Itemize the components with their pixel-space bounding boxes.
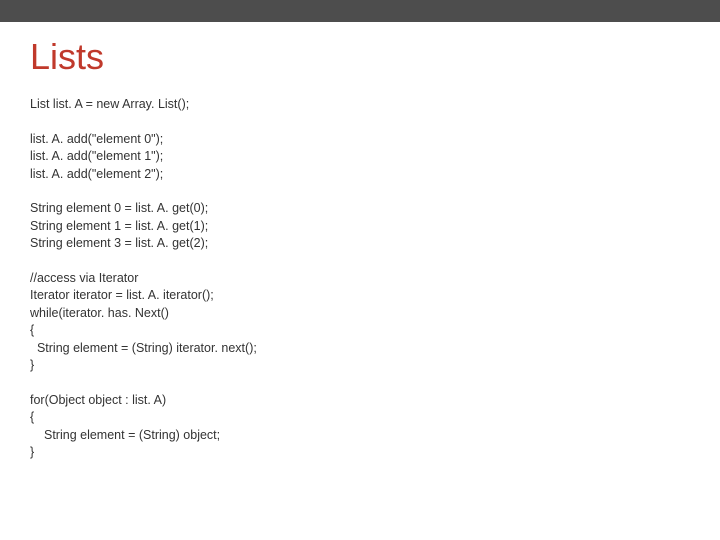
code-line: list. A. add("element 1"); — [30, 148, 690, 166]
top-bar — [0, 0, 720, 22]
blank-line — [30, 253, 690, 270]
code-line: String element = (String) iterator. next… — [30, 340, 690, 358]
code-line: } — [30, 444, 690, 462]
code-line: list. A. add("element 2"); — [30, 166, 690, 184]
code-line: String element 0 = list. A. get(0); — [30, 200, 690, 218]
code-line: for(Object object : list. A) — [30, 392, 690, 410]
slide-content: Lists List list. A = new Array. List(); … — [0, 22, 720, 462]
blank-line — [30, 114, 690, 131]
page-title: Lists — [30, 36, 690, 78]
code-line: { — [30, 322, 690, 340]
code-line: Iterator iterator = list. A. iterator(); — [30, 287, 690, 305]
blank-line — [30, 375, 690, 392]
code-block: List list. A = new Array. List(); list. … — [30, 96, 690, 462]
code-line: String element = (String) object; — [30, 427, 690, 445]
code-line: { — [30, 409, 690, 427]
code-line: String element 1 = list. A. get(1); — [30, 218, 690, 236]
code-line: list. A. add("element 0"); — [30, 131, 690, 149]
code-line: List list. A = new Array. List(); — [30, 96, 690, 114]
code-line: //access via Iterator — [30, 270, 690, 288]
code-line: String element 3 = list. A. get(2); — [30, 235, 690, 253]
blank-line — [30, 183, 690, 200]
code-line: } — [30, 357, 690, 375]
code-line: while(iterator. has. Next() — [30, 305, 690, 323]
